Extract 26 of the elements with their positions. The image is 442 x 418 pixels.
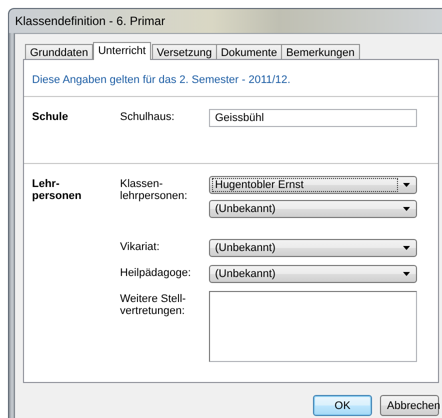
dropdown-arrow-icon bbox=[403, 272, 410, 276]
field-label: Heilpädagoge: bbox=[120, 266, 192, 281]
tab[interactable]: Bemerkungen bbox=[281, 44, 360, 59]
dropdown[interactable]: (Unbekannt) bbox=[209, 239, 417, 257]
tab[interactable]: Grunddaten bbox=[25, 44, 94, 59]
info-text: Diese Angaben gelten für das 2. Semester - 2011/12. bbox=[24, 60, 438, 97]
section-heading: Lehr- personen bbox=[32, 177, 83, 204]
tab[interactable]: Unterricht bbox=[93, 42, 151, 60]
dropdown-arrow-icon bbox=[403, 246, 410, 250]
text-area[interactable] bbox=[209, 291, 417, 362]
field-label: Klassen- lehrpersonen: bbox=[120, 177, 188, 204]
tab[interactable]: Versetzung bbox=[152, 44, 217, 59]
dropdown[interactable]: Hugentobler Ernst bbox=[209, 176, 417, 194]
field-label: Weitere Stell- vertretungen: bbox=[120, 292, 187, 319]
dropdown-arrow-icon bbox=[403, 183, 410, 187]
tab[interactable]: Dokumente bbox=[216, 44, 282, 59]
dropdown[interactable]: (Unbekannt) bbox=[209, 265, 417, 283]
text-field[interactable]: Geissbühl bbox=[209, 109, 417, 127]
dropdown[interactable]: (Unbekannt) bbox=[209, 200, 417, 218]
dialog-button[interactable]: Abbrechen bbox=[380, 395, 439, 416]
field-label: Vikariat: bbox=[120, 240, 161, 255]
field-label: Schulhaus: bbox=[120, 110, 176, 125]
window-title: Klassendefinition - 6. Primar bbox=[15, 14, 166, 28]
section-heading: Schule bbox=[32, 110, 70, 125]
dropdown-arrow-icon bbox=[403, 207, 410, 211]
dialog-button[interactable]: OK bbox=[313, 395, 372, 416]
